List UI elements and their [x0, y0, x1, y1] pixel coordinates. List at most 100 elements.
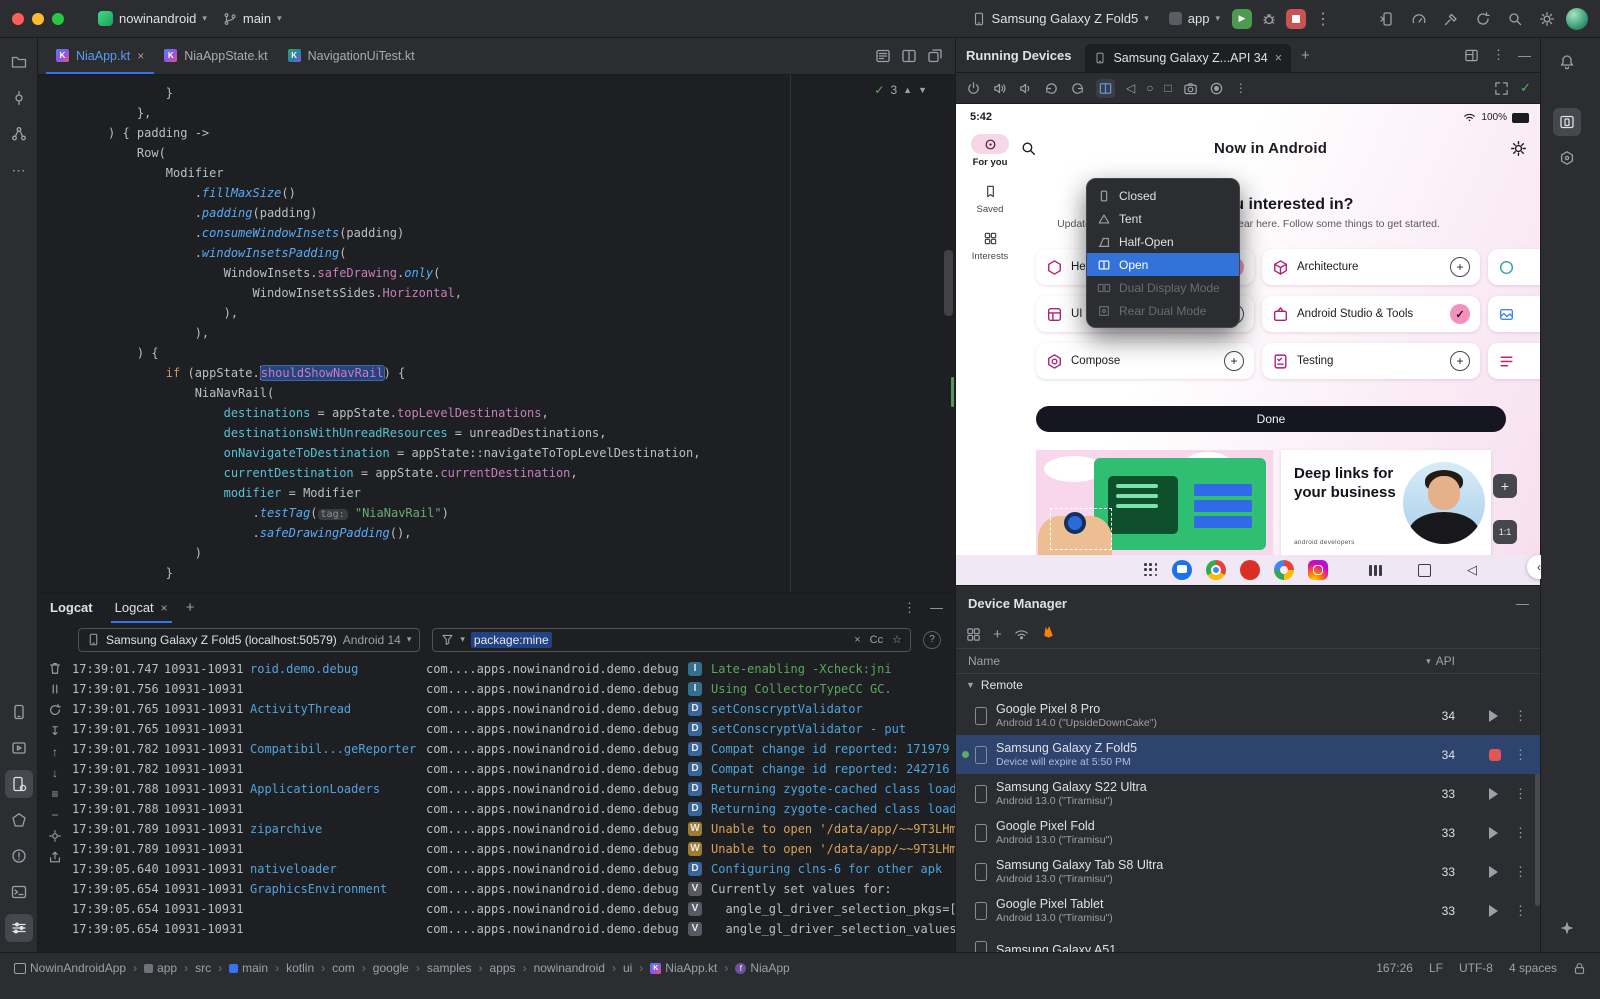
search-icon[interactable]: [1020, 140, 1037, 157]
device-row[interactable]: Google Pixel TabletAndroid 13.0 ("Tirami…: [956, 891, 1541, 930]
breadcrumb-item[interactable]: google: [373, 961, 409, 975]
help-icon[interactable]: ?: [923, 631, 941, 649]
home-nav-icon[interactable]: [1418, 564, 1431, 577]
logcat-row[interactable]: 17:39:01.76510931-10931com....apps.nowin…: [72, 719, 955, 739]
collapse-all-icon[interactable]: −: [51, 808, 58, 822]
code-line[interactable]: .padding(padding): [108, 203, 939, 223]
run-button[interactable]: ▶: [1232, 9, 1252, 29]
pause-logcat-icon[interactable]: [48, 682, 62, 696]
topic-add-button[interactable]: +: [1450, 351, 1470, 371]
breadcrumb-item[interactable]: ui: [623, 961, 632, 975]
fold-posture-icon[interactable]: [1096, 79, 1115, 98]
code-line[interactable]: Modifier: [108, 163, 939, 183]
done-button[interactable]: Done: [1036, 406, 1506, 432]
scroll-to-end-icon[interactable]: ↧: [50, 724, 60, 738]
code-line[interactable]: },: [108, 103, 939, 123]
code-line[interactable]: ) {: [108, 343, 939, 363]
partial-chip[interactable]: [1488, 343, 1541, 379]
add-device-tab-button[interactable]: +: [1297, 47, 1314, 64]
chip-architecture[interactable]: Architecture +: [1262, 249, 1480, 285]
instagram-app-icon[interactable]: [1308, 560, 1328, 580]
running-devices-stripe-icon[interactable]: [1553, 108, 1581, 136]
rotate-left-icon[interactable]: [1044, 81, 1059, 96]
code-line[interactable]: NiaNavRail(: [108, 383, 939, 403]
logcat-tab[interactable]: Logcat ×: [107, 593, 176, 623]
soft-wrap-icon[interactable]: ≡: [51, 787, 58, 801]
commit-tool-icon[interactable]: [5, 84, 33, 112]
device-more-actions[interactable]: ⋮: [1514, 786, 1527, 802]
previous-problem-icon[interactable]: ▲: [903, 85, 912, 95]
breadcrumb-item[interactable]: app: [144, 961, 177, 975]
back-nav-icon[interactable]: ◁: [1467, 562, 1477, 578]
logcat-row[interactable]: 17:39:05.64010931-10931nativeloadercom..…: [72, 859, 955, 879]
structure-tool-icon[interactable]: [5, 120, 33, 148]
maximize-window-button[interactable]: [52, 13, 64, 25]
next-message-icon[interactable]: ↓: [52, 766, 58, 780]
search-everywhere-icon[interactable]: [1502, 7, 1528, 31]
column-api[interactable]: API: [1436, 654, 1455, 668]
logcat-row[interactable]: 17:39:05.65410931-10931com....apps.nowin…: [72, 919, 955, 939]
new-logcat-tab-button[interactable]: +: [180, 599, 201, 616]
logcat-tool-icon[interactable]: [5, 914, 33, 942]
recents-button-icon[interactable]: □: [1164, 82, 1171, 94]
code-line[interactable]: destinations = appState.topLevelDestinat…: [108, 403, 939, 423]
messages-app-icon[interactable]: [1172, 560, 1192, 580]
device-manager-icon[interactable]: [5, 770, 33, 798]
line-ending[interactable]: LF: [1429, 961, 1443, 975]
more-options-icon[interactable]: ⋮: [903, 600, 916, 616]
logcat-row[interactable]: 17:39:01.76510931-10931ActivityThreadcom…: [72, 699, 955, 719]
menu-item-half-open[interactable]: Half-Open: [1087, 230, 1239, 253]
caret-position[interactable]: 167:26: [1376, 961, 1413, 975]
inspection-widget[interactable]: ✓ 3 ▲ ▼: [874, 83, 927, 97]
menu-item-dual-display[interactable]: Dual Display Mode: [1087, 276, 1239, 299]
app-settings-icon[interactable]: [1510, 140, 1527, 157]
avatar[interactable]: [1566, 8, 1588, 30]
rotate-right-icon[interactable]: [1070, 81, 1085, 96]
logcat-device-selector[interactable]: Samsung Galaxy Z Fold5 (localhost:50579)…: [78, 628, 420, 652]
logcat-rows[interactable]: 17:39:01.74710931-10931roid.demo.debugco…: [72, 657, 955, 952]
breadcrumb-item[interactable]: apps: [490, 961, 516, 975]
logcat-row[interactable]: 17:39:05.65410931-10931GraphicsEnvironme…: [72, 879, 955, 899]
window-layout-icon[interactable]: [1464, 48, 1479, 63]
breadcrumb-item[interactable]: NowinAndroidApp: [14, 961, 126, 975]
chip-android-studio[interactable]: Android Studio & Tools ✓: [1262, 296, 1480, 332]
code-line[interactable]: .safeDrawingPadding(),: [108, 523, 939, 543]
tab-niaapp[interactable]: K NiaApp.kt ×: [46, 38, 154, 74]
chip-testing[interactable]: Testing +: [1262, 343, 1480, 379]
code-line[interactable]: onNavigateToDestination = appState::navi…: [108, 443, 939, 463]
editor-scrollbar[interactable]: [941, 75, 955, 592]
editor-list-icon[interactable]: [875, 48, 891, 64]
close-tab-icon[interactable]: ×: [137, 49, 144, 63]
device-more-actions[interactable]: ⋮: [1514, 708, 1527, 724]
more-emulator-actions-icon[interactable]: ⋮: [1235, 81, 1247, 95]
code-line[interactable]: modifier = Modifier: [108, 483, 939, 503]
match-case-toggle[interactable]: Cc: [870, 634, 883, 646]
profiler-icon[interactable]: [1406, 7, 1432, 31]
menu-item-rear-dual[interactable]: Rear Dual Mode: [1087, 299, 1239, 322]
start-device-button[interactable]: [1487, 709, 1501, 723]
project-tool-icon[interactable]: [5, 48, 33, 76]
code-line[interactable]: Row(: [108, 143, 939, 163]
code-line[interactable]: }: [108, 83, 939, 103]
code-line[interactable]: destinationsWithUnreadResources = unread…: [108, 423, 939, 443]
logcat-filter-field[interactable]: ▾ package:mine × Cc ☆: [432, 628, 911, 652]
device-row[interactable]: Google Pixel 8 ProAndroid 14.0 ("UpsideD…: [956, 696, 1541, 735]
next-problem-icon[interactable]: ▼: [918, 85, 927, 95]
code-line[interactable]: }: [108, 563, 939, 583]
export-logs-icon[interactable]: [48, 850, 62, 864]
close-window-button[interactable]: [12, 13, 24, 25]
stop-device-button[interactable]: [1489, 749, 1501, 761]
deep-links-card[interactable]: Deep links for your business android dev…: [1281, 450, 1491, 556]
debug-button[interactable]: [1256, 7, 1282, 31]
read-only-lock-icon[interactable]: [1573, 962, 1586, 975]
device-group-remote[interactable]: ▼ Remote: [956, 674, 1541, 696]
clear-logcat-icon[interactable]: [48, 661, 62, 675]
code-line[interactable]: currentDestination = appState.currentDes…: [108, 463, 939, 483]
group-devices-icon[interactable]: [966, 627, 981, 642]
running-device-tab[interactable]: Samsung Galaxy Z...API 34 ×: [1085, 44, 1291, 72]
add-device-icon[interactable]: +: [993, 626, 1002, 643]
gradle-sync-icon[interactable]: [1470, 7, 1496, 31]
app-drawer-icon[interactable]: [1144, 563, 1158, 577]
clear-filter-icon[interactable]: ×: [854, 634, 860, 646]
topic-checked-button[interactable]: ✓: [1450, 304, 1470, 324]
